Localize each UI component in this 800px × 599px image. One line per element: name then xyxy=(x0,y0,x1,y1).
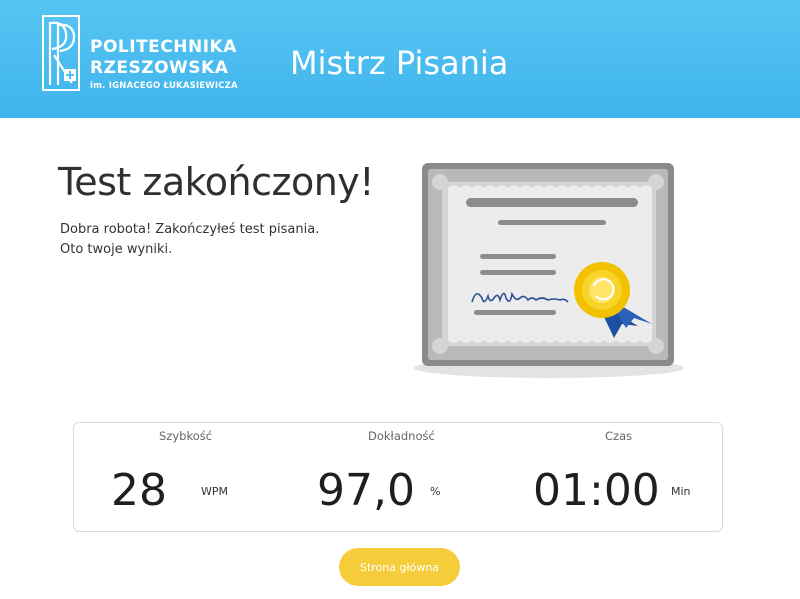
logo-text-line3: im. IGNACEGO ŁUKASIEWICZA xyxy=(90,81,238,91)
results-panel: Szybkość 28 WPM Dokładność 97,0 % Czas 0… xyxy=(73,422,723,532)
speed-unit: WPM xyxy=(201,485,229,498)
result-title: Test zakończony! xyxy=(58,160,375,204)
time-unit: Min xyxy=(671,485,691,498)
time-value: 01:00 xyxy=(533,465,660,516)
logo-text-line1: POLITECHNIKA xyxy=(90,37,237,57)
accuracy-unit: % xyxy=(430,485,441,498)
university-logo: POLITECHNIKA RZESZOWSKA im. IGNACEGO ŁUK… xyxy=(42,15,242,95)
result-message-line1: Dobra robota! Zakończyłeś test pisania. xyxy=(60,222,320,237)
app-header: POLITECHNIKA RZESZOWSKA im. IGNACEGO ŁUK… xyxy=(0,0,800,118)
speed-label: Szybkość xyxy=(159,429,213,443)
politechnika-logo-icon xyxy=(42,15,80,91)
speed-value: 28 xyxy=(111,465,167,516)
accuracy-label: Dokładność xyxy=(368,429,435,443)
time-label: Czas xyxy=(605,429,633,443)
home-button[interactable]: Strona główna xyxy=(339,548,460,586)
accuracy-value: 97,0 xyxy=(317,465,415,516)
app-title: Mistrz Pisania xyxy=(290,44,509,82)
certificate-icon xyxy=(414,163,684,378)
result-message: Dobra robota! Zakończyłeś test pisania. … xyxy=(60,220,319,260)
result-message-line2: Oto twoje wyniki. xyxy=(60,242,173,257)
logo-text-line2: RZESZOWSKA xyxy=(90,58,229,78)
